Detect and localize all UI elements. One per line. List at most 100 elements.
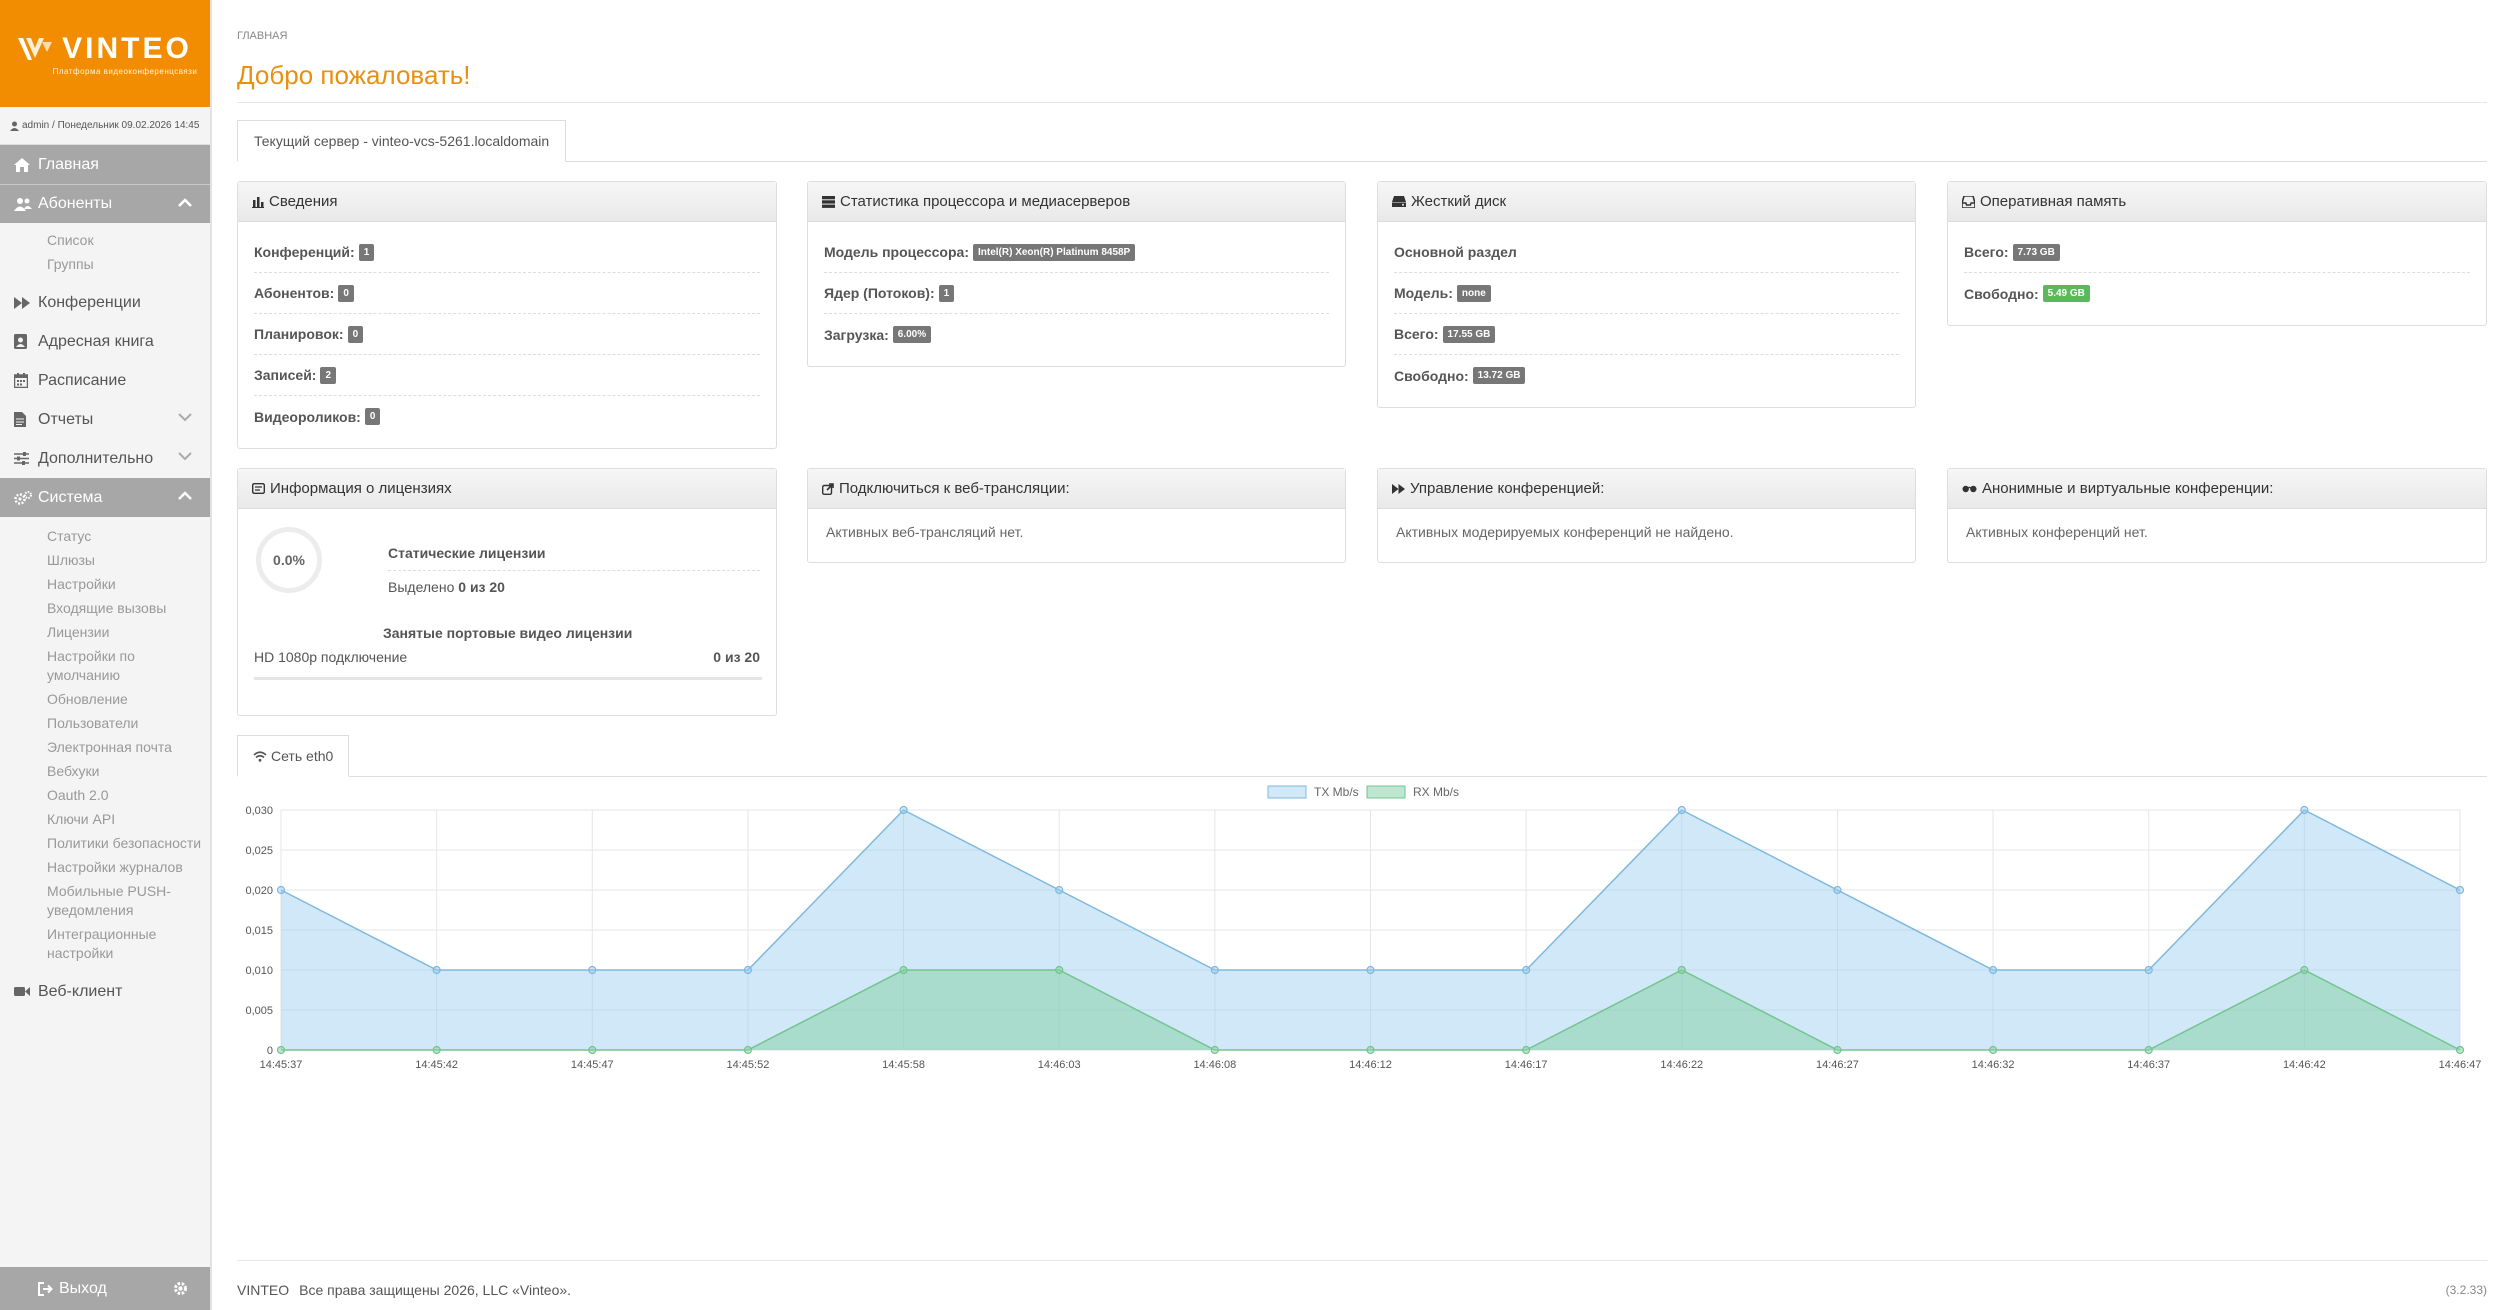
x-tick-label: 14:46:22: [1660, 1059, 1703, 1071]
sub-system-api-keys[interactable]: Ключи API: [0, 808, 210, 832]
sub-system-email[interactable]: Электронная почта: [0, 736, 210, 760]
glasses-icon: [1962, 485, 1977, 493]
x-tick-label: 14:45:42: [415, 1059, 458, 1071]
cpu-label: Загрузка:: [824, 326, 889, 343]
card-disk-title: Жесткий диск: [1411, 193, 1507, 210]
nav-addressbook[interactable]: Адресная книга: [0, 322, 210, 361]
footer-brand: VINTEO: [237, 1282, 290, 1298]
cpu-label: Ядер (Потоков):: [824, 285, 935, 301]
sub-system-log-settings[interactable]: Настройки журналов: [0, 856, 210, 880]
data-point: [1833, 1045, 1842, 1055]
chevron-up-icon[interactable]: [178, 491, 192, 500]
ram-label: Свободно:: [1964, 285, 2039, 302]
card-manage-conference: Управление конференцией: Активных модери…: [1377, 468, 1916, 563]
sub-system-users[interactable]: Пользователи: [0, 712, 210, 736]
sub-system-licenses[interactable]: Лицензии: [0, 621, 210, 645]
x-tick-label: 14:45:47: [571, 1059, 614, 1071]
ram-value-badge: 7.73 GB: [2012, 243, 2060, 261]
address-book-icon: [14, 334, 27, 349]
nav-home[interactable]: Главная: [0, 145, 210, 184]
sub-system-defaults[interactable]: Настройки по умолчанию: [0, 645, 210, 688]
sub-system-gateways[interactable]: Шлюзы: [0, 549, 210, 573]
info-count-badge: 0: [347, 325, 364, 343]
sub-system-webhooks[interactable]: Вебхуки: [0, 760, 210, 784]
cpu-row-load: Загрузка: 6.00%: [824, 314, 1329, 355]
legend-label: RX Mb/s: [1413, 785, 1459, 799]
static-licenses-title: Статические лицензии: [388, 545, 546, 561]
sub-system-incoming-calls[interactable]: Входящие вызовы: [0, 597, 210, 621]
user-info: admin / Понедельник 09.02.2026 14:45: [22, 120, 200, 131]
nav-reports[interactable]: Отчеты: [0, 400, 210, 439]
y-tick-label: 0,025: [245, 845, 273, 857]
disk-row-free: Свободно: 13.72 GB: [1394, 355, 1899, 396]
logo[interactable]: VINTEO Платформа видеоконференцсвязи: [0, 0, 210, 107]
y-tick-label: 0,015: [245, 925, 273, 937]
cpu-value-badge: 1: [938, 284, 955, 302]
cpu-row-model: Модель процессора: Intel(R) Xeon(R) Plati…: [824, 232, 1329, 273]
disk-label: Свободно:: [1394, 367, 1469, 384]
tab-current-server[interactable]: Текущий сервер - vinteo-vcs-5261.localdo…: [237, 120, 567, 162]
x-tick-label: 14:46:47: [2439, 1059, 2482, 1071]
info-row-conferences: Конференций: 1: [254, 232, 760, 273]
sub-system-settings[interactable]: Настройки: [0, 573, 210, 597]
chevron-down-icon[interactable]: [178, 452, 192, 461]
chevron-up-icon[interactable]: [178, 198, 192, 207]
card-anonymous-conferences: Анонимные и виртуальные конференции: Акт…: [1947, 468, 2487, 563]
manage-empty-text: Активных модерируемых конференций не най…: [1396, 524, 1734, 540]
nav-conferences[interactable]: Конференции: [0, 283, 210, 322]
tab-network-eth0[interactable]: Сеть eth0: [237, 735, 350, 777]
data-point: [588, 1045, 597, 1055]
card-licenses-title: Информация о лицензиях: [270, 480, 452, 497]
info-count-badge: 1: [358, 243, 375, 261]
x-tick-label: 14:46:32: [1972, 1059, 2015, 1071]
info-count-badge: 2: [320, 366, 337, 384]
x-tick-label: 14:46:03: [1038, 1059, 1081, 1071]
sub-system-push[interactable]: Мобильные PUSH-уведомления: [0, 880, 210, 923]
footer-rights: Все права защищены 2026, LLC «Vinteo».: [299, 1282, 572, 1298]
nav-webclient[interactable]: Веб-клиент: [0, 972, 210, 1011]
sub-subscribers-list[interactable]: Список: [0, 229, 210, 253]
data-point: [588, 965, 597, 975]
nav-additional[interactable]: Дополнительно: [0, 439, 210, 478]
info-row-subscribers: Абонентов: 0: [254, 273, 760, 314]
sidebar: VINTEO Платформа видеоконференцсвязи adm…: [0, 0, 212, 1310]
data-point: [1522, 965, 1531, 975]
sub-system-update[interactable]: Обновление: [0, 688, 210, 712]
sign-out-icon: [38, 1281, 53, 1296]
info-label: Видеороликов:: [254, 408, 361, 425]
nav-subscribers-label: Абоненты: [38, 195, 113, 212]
sub-system-security-policies[interactable]: Политики безопасности: [0, 832, 210, 856]
card-ram: Оперативная память Всего: 7.73 GB Свободн…: [1947, 181, 2487, 326]
nav-subscribers[interactable]: Абоненты: [0, 184, 210, 223]
data-point: [899, 805, 908, 815]
card-info-title: Сведения: [269, 193, 338, 210]
nav-system[interactable]: Система: [0, 478, 210, 517]
data-point: [899, 965, 908, 975]
user-line[interactable]: admin / Понедельник 09.02.2026 14:45: [0, 107, 210, 145]
logout-button[interactable]: Выход: [0, 1267, 210, 1310]
x-tick-label: 14:45:52: [727, 1059, 770, 1071]
nav-system-label: Система: [38, 488, 103, 506]
nav-additional-label: Дополнительно: [38, 449, 154, 467]
file-icon: [14, 412, 26, 427]
cpu-row-cores: Ядер (Потоков): 1: [824, 273, 1329, 314]
anon-empty-text: Активных конференций нет.: [1966, 524, 2148, 540]
sub-subscribers-groups[interactable]: Группы: [0, 253, 210, 277]
nav-schedule[interactable]: Расписание: [0, 361, 210, 400]
sub-system-oauth[interactable]: Oauth 2.0: [0, 784, 210, 808]
sub-system-integration[interactable]: Интеграционные настройки: [0, 923, 210, 966]
bar-chart-icon: [252, 196, 264, 208]
x-tick-label: 14:45:37: [260, 1059, 303, 1071]
data-point: [1055, 965, 1064, 975]
nav-schedule-label: Расписание: [38, 371, 127, 389]
allocated-value: 0 из 20: [458, 579, 505, 595]
brand-tagline: Платформа видеоконференцсвязи: [52, 66, 198, 76]
footer-divider: [237, 1260, 2487, 1261]
data-point: [743, 1045, 753, 1055]
gear-icon[interactable]: [173, 1281, 188, 1296]
sub-system-status[interactable]: Статус: [0, 525, 210, 549]
chevron-down-icon[interactable]: [178, 413, 192, 422]
ram-row-free: Свободно: 5.49 GB: [1964, 273, 2470, 314]
breadcrumb[interactable]: Главная: [237, 30, 287, 42]
data-point: [743, 965, 753, 975]
